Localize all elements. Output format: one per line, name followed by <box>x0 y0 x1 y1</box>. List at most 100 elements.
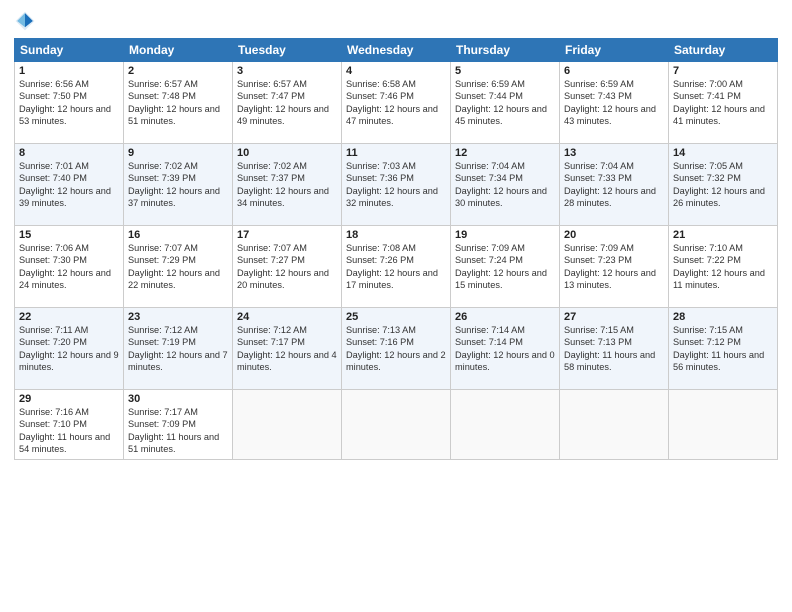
day-number: 2 <box>128 65 228 77</box>
calendar-header-friday: Friday <box>560 39 669 62</box>
day-info: Sunrise: 7:15 AMSunset: 7:12 PMDaylight:… <box>673 324 773 374</box>
day-number: 17 <box>237 229 337 241</box>
calendar-cell: 7Sunrise: 7:00 AMSunset: 7:41 PMDaylight… <box>669 62 778 144</box>
calendar-cell: 23Sunrise: 7:12 AMSunset: 7:19 PMDayligh… <box>124 308 233 390</box>
calendar-cell: 29Sunrise: 7:16 AMSunset: 7:10 PMDayligh… <box>15 390 124 460</box>
day-info: Sunrise: 7:15 AMSunset: 7:13 PMDaylight:… <box>564 324 664 374</box>
day-info: Sunrise: 6:59 AMSunset: 7:44 PMDaylight:… <box>455 78 555 128</box>
day-info: Sunrise: 6:57 AMSunset: 7:48 PMDaylight:… <box>128 78 228 128</box>
day-info: Sunrise: 7:07 AMSunset: 7:29 PMDaylight:… <box>128 242 228 292</box>
calendar-header-row: SundayMondayTuesdayWednesdayThursdayFrid… <box>15 39 778 62</box>
calendar-cell: 9Sunrise: 7:02 AMSunset: 7:39 PMDaylight… <box>124 144 233 226</box>
day-number: 27 <box>564 311 664 323</box>
calendar-cell: 11Sunrise: 7:03 AMSunset: 7:36 PMDayligh… <box>342 144 451 226</box>
calendar-cell: 19Sunrise: 7:09 AMSunset: 7:24 PMDayligh… <box>451 226 560 308</box>
day-info: Sunrise: 7:09 AMSunset: 7:23 PMDaylight:… <box>564 242 664 292</box>
day-number: 19 <box>455 229 555 241</box>
logo-icon <box>14 10 36 32</box>
day-info: Sunrise: 6:57 AMSunset: 7:47 PMDaylight:… <box>237 78 337 128</box>
day-number: 23 <box>128 311 228 323</box>
day-info: Sunrise: 7:10 AMSunset: 7:22 PMDaylight:… <box>673 242 773 292</box>
day-number: 28 <box>673 311 773 323</box>
day-info: Sunrise: 7:04 AMSunset: 7:34 PMDaylight:… <box>455 160 555 210</box>
day-info: Sunrise: 7:05 AMSunset: 7:32 PMDaylight:… <box>673 160 773 210</box>
calendar-cell: 16Sunrise: 7:07 AMSunset: 7:29 PMDayligh… <box>124 226 233 308</box>
day-info: Sunrise: 7:08 AMSunset: 7:26 PMDaylight:… <box>346 242 446 292</box>
calendar-cell: 3Sunrise: 6:57 AMSunset: 7:47 PMDaylight… <box>233 62 342 144</box>
calendar-cell: 17Sunrise: 7:07 AMSunset: 7:27 PMDayligh… <box>233 226 342 308</box>
day-number: 21 <box>673 229 773 241</box>
calendar-header-sunday: Sunday <box>15 39 124 62</box>
calendar-week-5: 29Sunrise: 7:16 AMSunset: 7:10 PMDayligh… <box>15 390 778 460</box>
calendar-cell: 4Sunrise: 6:58 AMSunset: 7:46 PMDaylight… <box>342 62 451 144</box>
day-info: Sunrise: 6:59 AMSunset: 7:43 PMDaylight:… <box>564 78 664 128</box>
calendar-cell <box>560 390 669 460</box>
day-info: Sunrise: 7:02 AMSunset: 7:37 PMDaylight:… <box>237 160 337 210</box>
day-info: Sunrise: 7:13 AMSunset: 7:16 PMDaylight:… <box>346 324 446 374</box>
day-info: Sunrise: 7:03 AMSunset: 7:36 PMDaylight:… <box>346 160 446 210</box>
day-info: Sunrise: 6:56 AMSunset: 7:50 PMDaylight:… <box>19 78 119 128</box>
calendar-cell: 26Sunrise: 7:14 AMSunset: 7:14 PMDayligh… <box>451 308 560 390</box>
day-info: Sunrise: 7:12 AMSunset: 7:17 PMDaylight:… <box>237 324 337 374</box>
header <box>14 10 778 32</box>
calendar-header-tuesday: Tuesday <box>233 39 342 62</box>
day-info: Sunrise: 7:16 AMSunset: 7:10 PMDaylight:… <box>19 406 119 456</box>
calendar-header-thursday: Thursday <box>451 39 560 62</box>
day-info: Sunrise: 7:14 AMSunset: 7:14 PMDaylight:… <box>455 324 555 374</box>
day-number: 13 <box>564 147 664 159</box>
day-info: Sunrise: 7:09 AMSunset: 7:24 PMDaylight:… <box>455 242 555 292</box>
calendar-cell: 13Sunrise: 7:04 AMSunset: 7:33 PMDayligh… <box>560 144 669 226</box>
day-number: 29 <box>19 393 119 405</box>
day-number: 6 <box>564 65 664 77</box>
day-number: 9 <box>128 147 228 159</box>
day-number: 30 <box>128 393 228 405</box>
calendar-cell: 20Sunrise: 7:09 AMSunset: 7:23 PMDayligh… <box>560 226 669 308</box>
day-number: 20 <box>564 229 664 241</box>
day-info: Sunrise: 7:00 AMSunset: 7:41 PMDaylight:… <box>673 78 773 128</box>
day-number: 7 <box>673 65 773 77</box>
calendar-header-saturday: Saturday <box>669 39 778 62</box>
calendar-week-4: 22Sunrise: 7:11 AMSunset: 7:20 PMDayligh… <box>15 308 778 390</box>
day-info: Sunrise: 7:12 AMSunset: 7:19 PMDaylight:… <box>128 324 228 374</box>
day-number: 16 <box>128 229 228 241</box>
calendar-cell: 30Sunrise: 7:17 AMSunset: 7:09 PMDayligh… <box>124 390 233 460</box>
logo <box>14 10 39 32</box>
calendar-cell: 27Sunrise: 7:15 AMSunset: 7:13 PMDayligh… <box>560 308 669 390</box>
calendar-week-2: 8Sunrise: 7:01 AMSunset: 7:40 PMDaylight… <box>15 144 778 226</box>
calendar-cell: 25Sunrise: 7:13 AMSunset: 7:16 PMDayligh… <box>342 308 451 390</box>
day-number: 22 <box>19 311 119 323</box>
calendar-cell: 2Sunrise: 6:57 AMSunset: 7:48 PMDaylight… <box>124 62 233 144</box>
day-number: 18 <box>346 229 446 241</box>
day-number: 4 <box>346 65 446 77</box>
calendar-header-wednesday: Wednesday <box>342 39 451 62</box>
calendar-cell: 12Sunrise: 7:04 AMSunset: 7:34 PMDayligh… <box>451 144 560 226</box>
calendar-cell: 5Sunrise: 6:59 AMSunset: 7:44 PMDaylight… <box>451 62 560 144</box>
day-number: 5 <box>455 65 555 77</box>
calendar-table: SundayMondayTuesdayWednesdayThursdayFrid… <box>14 38 778 460</box>
calendar-cell: 21Sunrise: 7:10 AMSunset: 7:22 PMDayligh… <box>669 226 778 308</box>
day-number: 12 <box>455 147 555 159</box>
calendar-cell <box>342 390 451 460</box>
day-info: Sunrise: 7:04 AMSunset: 7:33 PMDaylight:… <box>564 160 664 210</box>
day-info: Sunrise: 7:02 AMSunset: 7:39 PMDaylight:… <box>128 160 228 210</box>
calendar-cell: 15Sunrise: 7:06 AMSunset: 7:30 PMDayligh… <box>15 226 124 308</box>
calendar-cell: 1Sunrise: 6:56 AMSunset: 7:50 PMDaylight… <box>15 62 124 144</box>
calendar-cell: 6Sunrise: 6:59 AMSunset: 7:43 PMDaylight… <box>560 62 669 144</box>
day-number: 11 <box>346 147 446 159</box>
day-number: 1 <box>19 65 119 77</box>
page: SundayMondayTuesdayWednesdayThursdayFrid… <box>0 0 792 612</box>
calendar-cell: 14Sunrise: 7:05 AMSunset: 7:32 PMDayligh… <box>669 144 778 226</box>
day-number: 26 <box>455 311 555 323</box>
calendar-cell: 8Sunrise: 7:01 AMSunset: 7:40 PMDaylight… <box>15 144 124 226</box>
day-info: Sunrise: 7:11 AMSunset: 7:20 PMDaylight:… <box>19 324 119 374</box>
day-number: 25 <box>346 311 446 323</box>
day-number: 15 <box>19 229 119 241</box>
calendar-cell: 22Sunrise: 7:11 AMSunset: 7:20 PMDayligh… <box>15 308 124 390</box>
day-info: Sunrise: 7:07 AMSunset: 7:27 PMDaylight:… <box>237 242 337 292</box>
calendar-week-1: 1Sunrise: 6:56 AMSunset: 7:50 PMDaylight… <box>15 62 778 144</box>
day-number: 14 <box>673 147 773 159</box>
calendar-cell: 28Sunrise: 7:15 AMSunset: 7:12 PMDayligh… <box>669 308 778 390</box>
calendar-cell <box>233 390 342 460</box>
day-info: Sunrise: 6:58 AMSunset: 7:46 PMDaylight:… <box>346 78 446 128</box>
calendar-cell: 18Sunrise: 7:08 AMSunset: 7:26 PMDayligh… <box>342 226 451 308</box>
